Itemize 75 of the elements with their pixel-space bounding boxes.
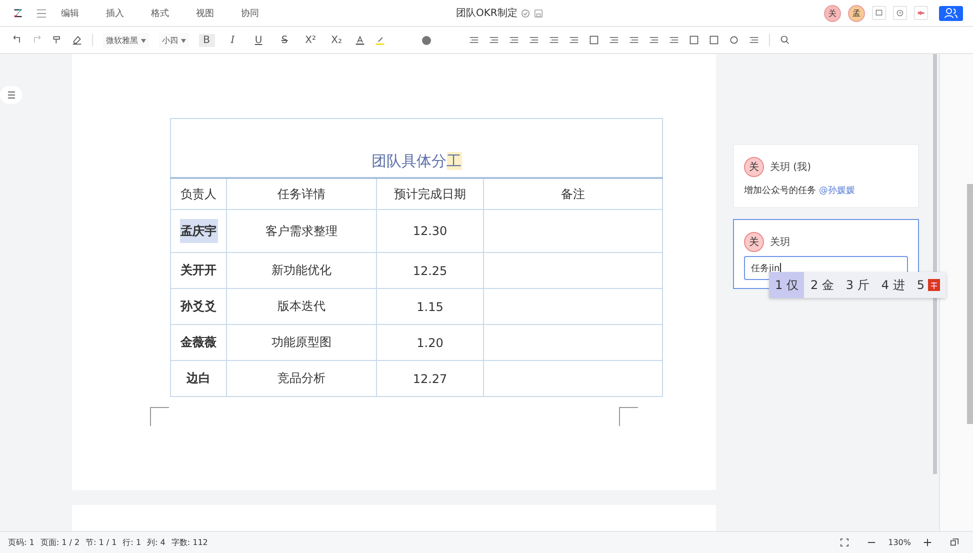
fullscreen-icon[interactable] bbox=[840, 538, 850, 547]
ime-candidate[interactable]: 1 仅 bbox=[769, 272, 804, 298]
waveform-icon[interactable] bbox=[914, 6, 928, 20]
menu-item[interactable]: 格式 bbox=[151, 6, 169, 20]
highlighter-icon[interactable] bbox=[374, 35, 385, 45]
zoom-level: 130% bbox=[888, 538, 911, 547]
zoom-in-icon[interactable] bbox=[923, 538, 932, 547]
mention-link[interactable]: @孙媛媛 bbox=[818, 186, 855, 196]
table-cell: 12.25 bbox=[376, 252, 484, 288]
table-cell-text: 关开开 bbox=[180, 262, 218, 279]
comment-author: 关玥 (我) bbox=[770, 160, 811, 174]
menu-item[interactable]: 插入 bbox=[106, 6, 124, 20]
format-button[interactable]: S bbox=[276, 34, 293, 46]
table-cell: 新功能优化 bbox=[226, 252, 376, 288]
comment-card[interactable]: 关 关玥 (我) 增加公众号的任务 @孙媛媛 bbox=[733, 144, 919, 208]
table-cell-text: 金薇薇 bbox=[180, 334, 218, 351]
crop-mark bbox=[619, 407, 638, 426]
format-button[interactable]: B bbox=[198, 34, 215, 46]
column-header: 负责人 bbox=[170, 178, 226, 210]
table-cell: 竞品分析 bbox=[226, 360, 376, 396]
table-cell: 客户需求整理 bbox=[226, 210, 376, 252]
table-cell: 功能原型图 bbox=[226, 324, 376, 360]
table-cell-text: 孙爻爻 bbox=[180, 298, 218, 315]
status-item: 列: 4 bbox=[147, 537, 166, 548]
user-avatar[interactable]: 孟 bbox=[848, 4, 865, 22]
table-cell-text: 边白 bbox=[186, 370, 212, 387]
user-avatar[interactable]: 关 bbox=[824, 4, 841, 22]
column-header: 预计完成日期 bbox=[376, 178, 484, 210]
menu-icon[interactable] bbox=[36, 8, 47, 18]
column-header: 备注 bbox=[484, 178, 662, 210]
clock-icon[interactable] bbox=[893, 6, 907, 20]
table-cell: 版本迭代 bbox=[226, 288, 376, 324]
status-item: 页面: 1 / 2 bbox=[40, 537, 80, 548]
format-button[interactable]: X₂ bbox=[328, 34, 345, 46]
font-family-dropdown[interactable]: 微软雅黑 bbox=[103, 32, 149, 48]
check-circle-icon bbox=[521, 8, 530, 18]
undo-icon[interactable] bbox=[12, 35, 22, 45]
table-cell: 12.27 bbox=[376, 360, 484, 396]
document-title: 团队OKR制定 bbox=[456, 6, 518, 20]
table-cell: 1.15 bbox=[376, 288, 484, 324]
menu-item[interactable]: 编辑 bbox=[61, 6, 79, 20]
column-header: 任务详情 bbox=[226, 178, 376, 210]
user-avatar: 关 bbox=[744, 157, 764, 177]
font-color-icon[interactable] bbox=[354, 35, 365, 45]
search-icon[interactable] bbox=[780, 35, 790, 45]
status-item: 页码: 1 bbox=[8, 537, 34, 548]
save-icon[interactable] bbox=[534, 8, 544, 18]
fit-page-icon[interactable] bbox=[950, 538, 959, 547]
menu-item[interactable]: 视图 bbox=[196, 6, 214, 20]
menu-item[interactable]: 协同 bbox=[241, 6, 259, 20]
font-size-dropdown[interactable]: 小四 bbox=[159, 32, 189, 48]
crop-mark bbox=[150, 407, 169, 426]
comment-author: 关玥 bbox=[770, 236, 790, 249]
caret-icon bbox=[180, 38, 186, 42]
align-icon[interactable] bbox=[468, 35, 479, 45]
user-avatar: 关 bbox=[744, 232, 764, 252]
format-button[interactable]: I bbox=[224, 34, 241, 46]
table-cell: 孟庆宇 bbox=[180, 218, 218, 242]
status-item: 节: 1 / 1 bbox=[86, 537, 117, 548]
table-title: 团队具体分工 bbox=[170, 118, 662, 178]
status-item: 字数: 112 bbox=[171, 537, 208, 548]
collaborate-button[interactable] bbox=[939, 6, 963, 20]
status-item: 行: 1 bbox=[122, 537, 142, 548]
table-cell: 1.20 bbox=[376, 324, 484, 360]
format-button[interactable]: X² bbox=[302, 34, 319, 46]
lines-icon[interactable] bbox=[568, 35, 579, 45]
app-logo-icon[interactable] bbox=[12, 7, 24, 19]
outline-toggle-icon[interactable] bbox=[0, 86, 22, 104]
caret-icon bbox=[140, 38, 146, 42]
format-button[interactable]: U bbox=[250, 34, 267, 46]
comment-text: 增加公众号的任务 @孙媛媛 bbox=[744, 184, 856, 197]
eraser-icon[interactable] bbox=[72, 35, 82, 45]
paint-icon[interactable] bbox=[52, 35, 62, 45]
users-icon bbox=[944, 7, 958, 19]
table-cell: 12.30 bbox=[376, 210, 484, 252]
